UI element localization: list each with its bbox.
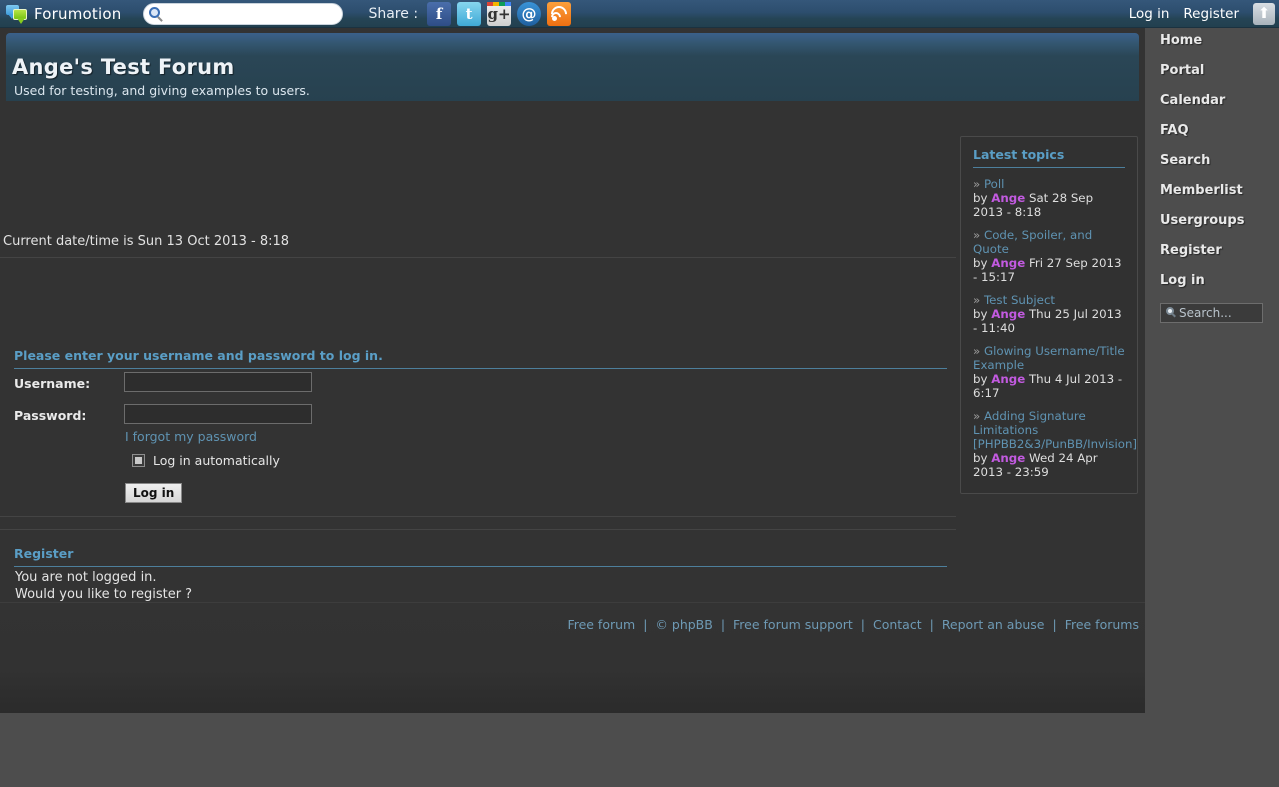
nav-item-login[interactable]: Log in bbox=[1160, 273, 1279, 288]
topic-author[interactable]: Ange bbox=[991, 451, 1025, 465]
separator: | bbox=[643, 617, 648, 632]
footer-link-free-forums[interactable]: Free forums bbox=[1065, 617, 1139, 632]
nav-item-portal[interactable]: Portal bbox=[1160, 63, 1279, 78]
twitter-icon[interactable]: t bbox=[457, 1, 482, 26]
nav-item-register[interactable]: Register bbox=[1160, 243, 1279, 258]
footer: Free forum | © phpBB | Free forum suppor… bbox=[0, 602, 1145, 713]
register-heading: Register bbox=[14, 546, 947, 567]
google-plus-icon[interactable]: g+ bbox=[487, 1, 512, 26]
bullet-icon: » bbox=[973, 293, 981, 307]
footer-link-phpbb[interactable]: © phpBB bbox=[655, 617, 712, 632]
password-label: Password: bbox=[14, 408, 87, 423]
nav-item-usergroups[interactable]: Usergroups bbox=[1160, 213, 1279, 228]
bullet-icon: » bbox=[973, 409, 981, 423]
latest-topics-panel: Latest topics » Poll by Ange Sat 28 Sep … bbox=[960, 136, 1138, 494]
topbar-login-link[interactable]: Log in bbox=[1129, 6, 1170, 22]
page-subtitle: Used for testing, and giving examples to… bbox=[14, 83, 310, 98]
search-icon bbox=[149, 6, 161, 18]
topic-author[interactable]: Ange bbox=[991, 191, 1025, 205]
topic-link[interactable]: Poll bbox=[984, 177, 1004, 191]
footer-link-report-abuse[interactable]: Report an abuse bbox=[942, 617, 1045, 632]
separator: | bbox=[860, 617, 865, 632]
list-item: » Code, Spoiler, and Quote by Ange Fri 2… bbox=[973, 228, 1125, 284]
sidebar-search-input[interactable] bbox=[1164, 305, 1244, 321]
list-item: » Adding Signature Limitations [PHPBB2&3… bbox=[973, 409, 1137, 479]
footer-link-contact[interactable]: Contact bbox=[873, 617, 922, 632]
password-input[interactable] bbox=[124, 404, 312, 424]
topic-link[interactable]: Test Subject bbox=[984, 293, 1055, 307]
separator: | bbox=[1052, 617, 1057, 632]
topic-by-label: by bbox=[973, 191, 988, 205]
speech-bubbles-icon bbox=[6, 4, 28, 24]
topic-author[interactable]: Ange bbox=[991, 372, 1025, 386]
separator: | bbox=[720, 617, 726, 632]
email-icon[interactable]: @ bbox=[517, 1, 542, 26]
register-line-1: You are not logged in. bbox=[15, 570, 157, 585]
topic-author[interactable]: Ange bbox=[991, 256, 1025, 270]
nav-item-home[interactable]: Home bbox=[1160, 33, 1279, 48]
share-icons-group: f t g+ @ bbox=[427, 1, 572, 26]
topic-by-label: by bbox=[973, 307, 988, 321]
forumotion-logo[interactable]: Forumotion bbox=[0, 4, 122, 24]
topic-link[interactable]: Glowing Username/Title Example bbox=[973, 344, 1125, 372]
login-heading: Please enter your username and password … bbox=[14, 348, 947, 369]
separator: | bbox=[929, 617, 934, 632]
latest-topics-title: Latest topics bbox=[973, 147, 1125, 168]
share-label: Share : bbox=[368, 5, 419, 22]
search-icon bbox=[1166, 307, 1174, 315]
topic-author[interactable]: Ange bbox=[991, 307, 1025, 321]
bullet-icon: » bbox=[973, 344, 981, 358]
register-line-2: Would you like to register ? bbox=[15, 587, 193, 602]
login-panel: Please enter your username and password … bbox=[0, 257, 956, 517]
current-datetime: Current date/time is Sun 13 Oct 2013 - 8… bbox=[3, 234, 290, 249]
footer-link-free-forum[interactable]: Free forum bbox=[567, 617, 635, 632]
forgot-password-link[interactable]: I forgot my password bbox=[125, 429, 257, 444]
list-item: » Test Subject by Ange Thu 25 Jul 2013 -… bbox=[973, 293, 1125, 335]
username-label: Username: bbox=[14, 376, 91, 391]
footer-links: Free forum | © phpBB | Free forum suppor… bbox=[567, 617, 1139, 632]
nav-item-faq[interactable]: FAQ bbox=[1160, 123, 1279, 138]
page-wrapper: Ange's Test Forum Used for testing, and … bbox=[0, 28, 1145, 713]
topic-by-label: by bbox=[973, 451, 988, 465]
autologin-label: Log in automatically bbox=[153, 453, 280, 468]
footer-link-support[interactable]: Free forum support bbox=[733, 617, 853, 632]
forum-banner: Ange's Test Forum Used for testing, and … bbox=[6, 33, 1139, 101]
page-title: Ange's Test Forum bbox=[12, 55, 235, 79]
nav-item-search[interactable]: Search bbox=[1160, 153, 1279, 168]
list-item: » Glowing Username/Title Example by Ange… bbox=[973, 344, 1125, 400]
topic-by-label: by bbox=[973, 372, 988, 386]
autologin-checkbox[interactable] bbox=[132, 454, 145, 467]
topic-link[interactable]: Adding Signature Limitations [PHPBB2&3/P… bbox=[973, 409, 1137, 451]
topic-by-label: by bbox=[973, 256, 988, 270]
username-input[interactable] bbox=[124, 372, 312, 392]
brand-label: Forumotion bbox=[34, 4, 122, 23]
login-submit-button[interactable]: Log in bbox=[125, 483, 183, 503]
sidebar-search-box[interactable] bbox=[1160, 303, 1263, 323]
list-item: » Poll by Ange Sat 28 Sep 2013 - 8:18 bbox=[973, 177, 1125, 219]
nav-item-calendar[interactable]: Calendar bbox=[1160, 93, 1279, 108]
topbar-account-links: Log in Register ⬆ bbox=[1129, 2, 1279, 25]
rss-icon[interactable] bbox=[547, 1, 572, 26]
nav-item-memberlist[interactable]: Memberlist bbox=[1160, 183, 1279, 198]
topbar-search-input[interactable] bbox=[166, 4, 335, 23]
arrow-up-icon[interactable]: ⬆ bbox=[1253, 2, 1275, 25]
topic-link[interactable]: Code, Spoiler, and Quote bbox=[973, 228, 1092, 256]
bullet-icon: » bbox=[973, 228, 981, 242]
topbar-search-box[interactable] bbox=[143, 2, 344, 25]
facebook-icon[interactable]: f bbox=[427, 1, 452, 26]
bullet-icon: » bbox=[973, 177, 981, 191]
autologin-row[interactable]: Log in automatically bbox=[124, 453, 280, 468]
topbar-register-link[interactable]: Register bbox=[1183, 6, 1239, 22]
right-navigation: Home Portal Calendar FAQ Search Memberli… bbox=[1160, 33, 1279, 323]
forumotion-topbar: Forumotion Share : f t g+ @ Log in Regis… bbox=[0, 0, 1279, 28]
